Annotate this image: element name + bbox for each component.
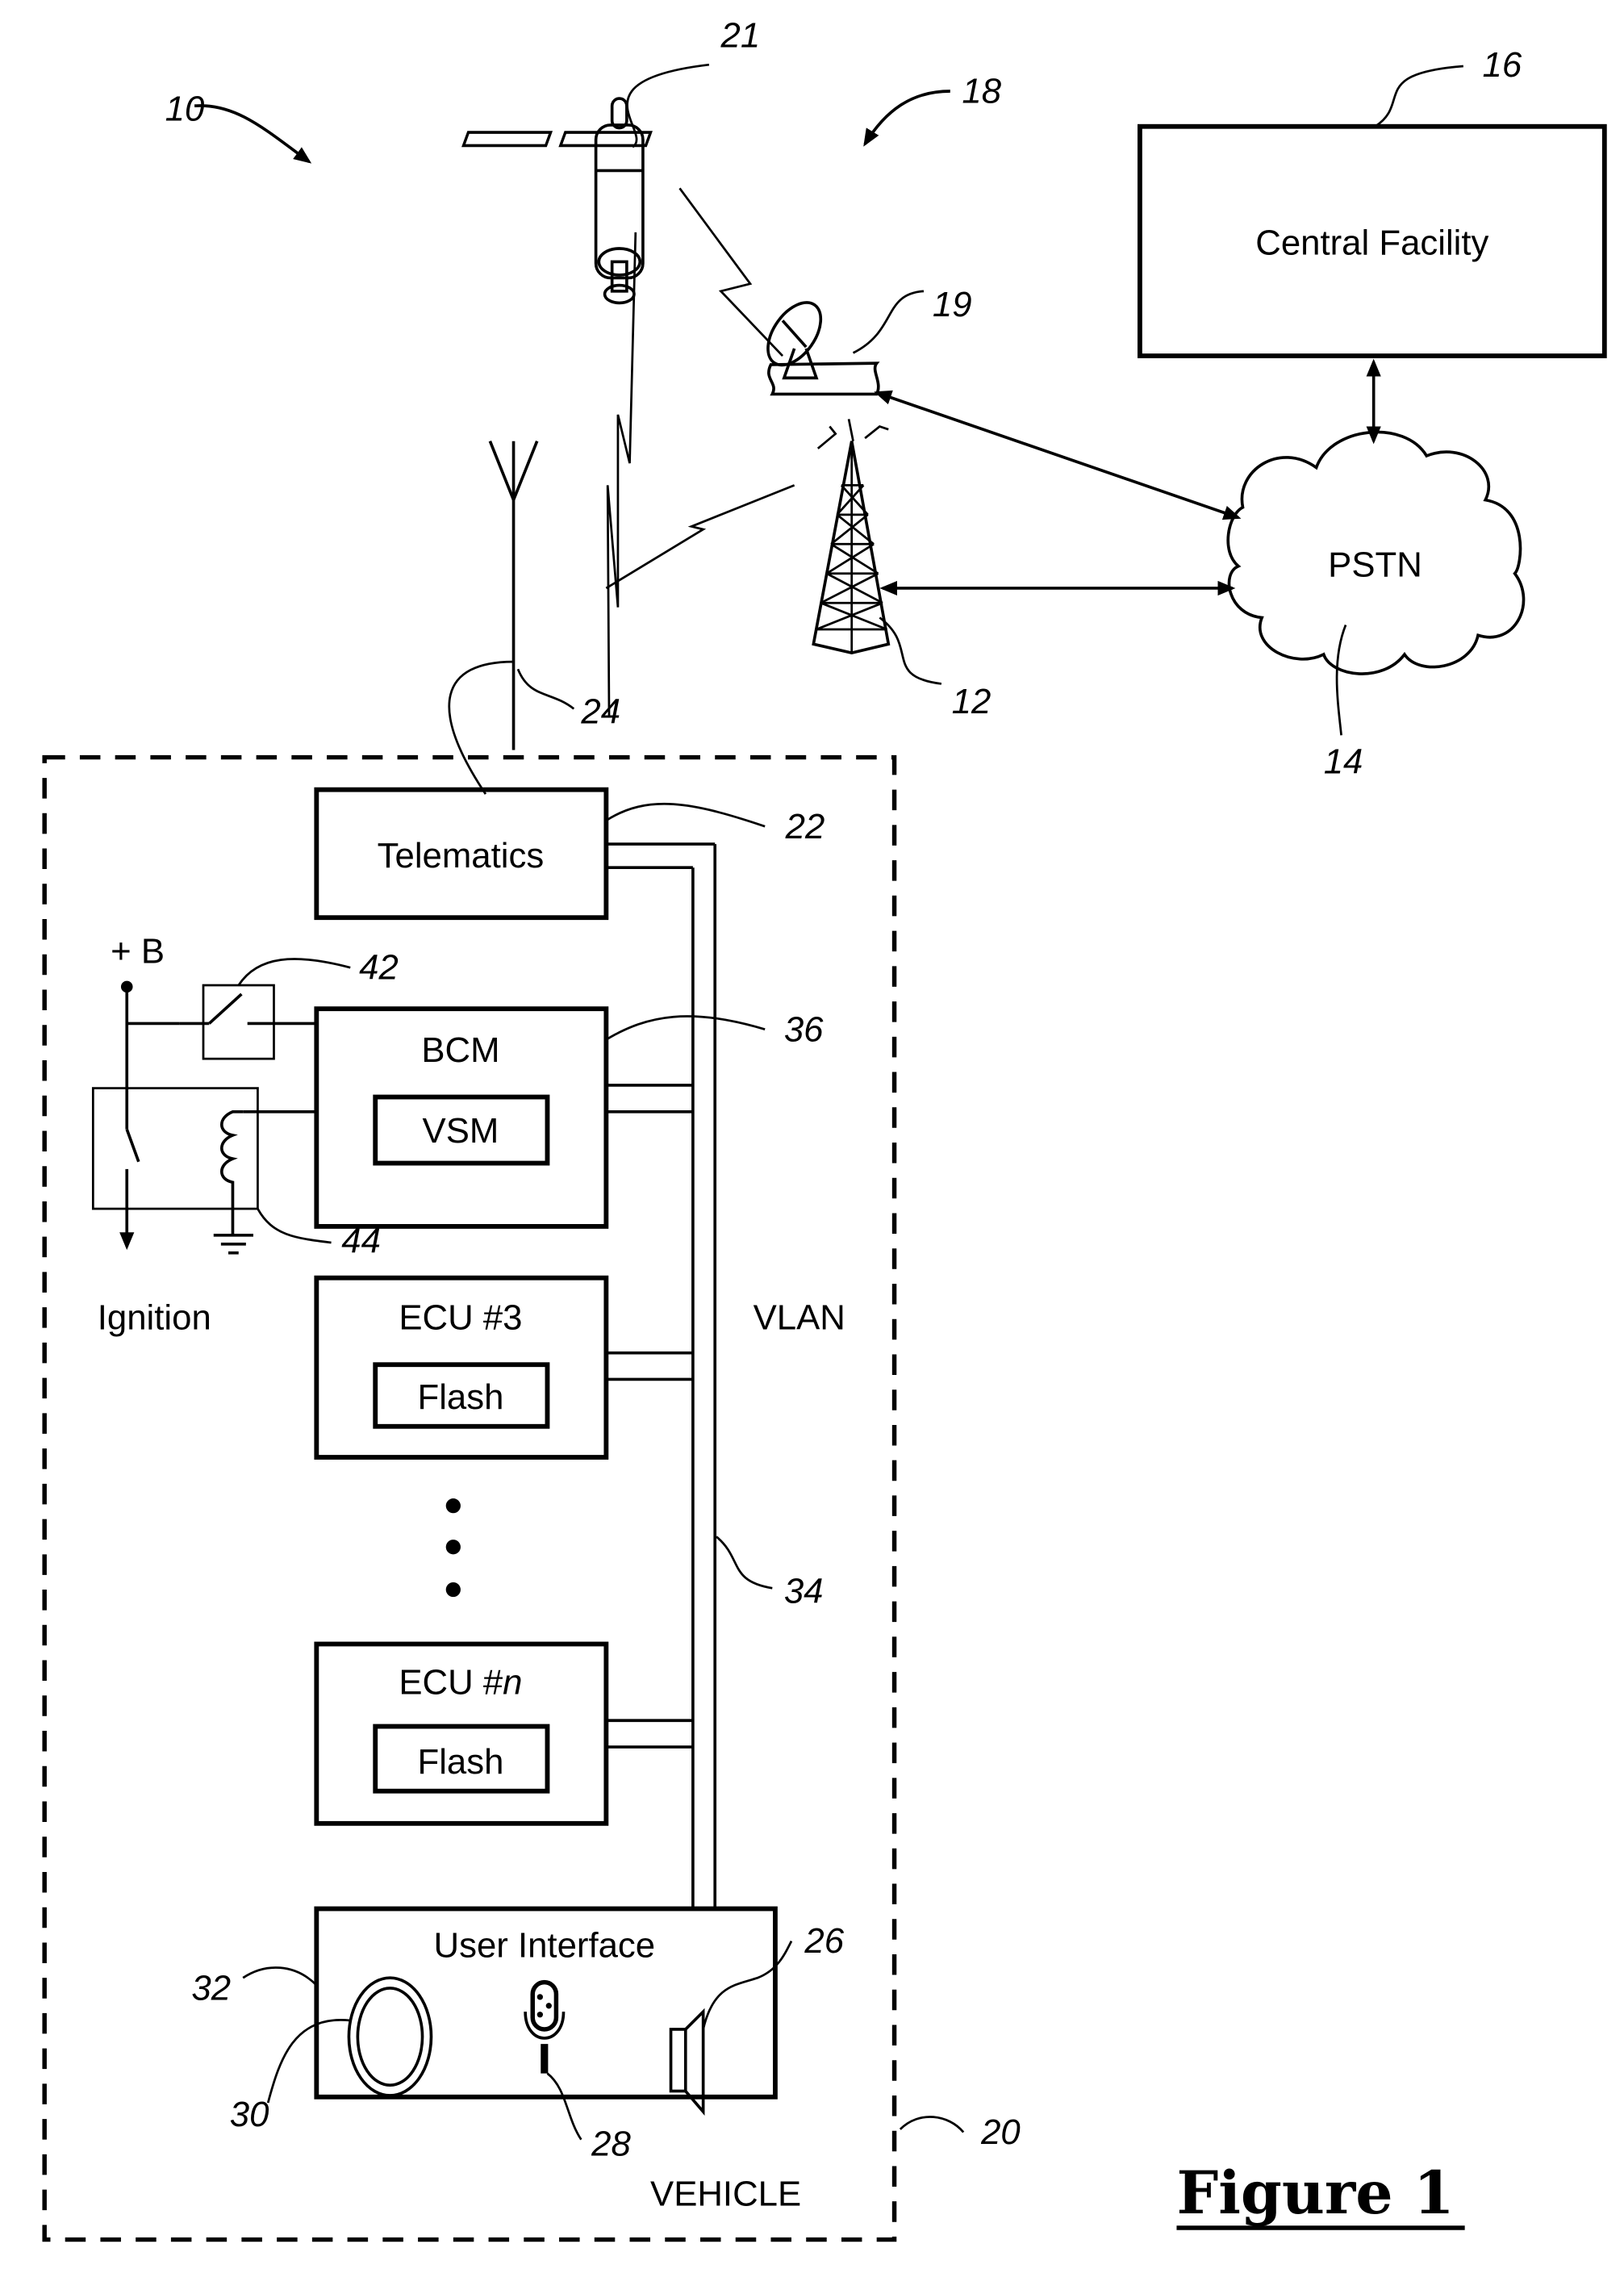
figure-title: Figure 1 bbox=[1176, 2159, 1454, 2228]
vsm-label: VSM bbox=[423, 1111, 499, 1151]
ecun-label: ECU #n bbox=[399, 1662, 522, 1702]
ref-ground-station-leader bbox=[852, 290, 925, 354]
button-icon bbox=[347, 1976, 433, 2097]
central-facility-label: Central Facility bbox=[1255, 223, 1488, 262]
link-ground-pstn bbox=[874, 390, 1242, 520]
ref-cell-tower-leader bbox=[879, 616, 942, 685]
cell-tower-icon bbox=[812, 419, 891, 655]
satellite-icon bbox=[461, 97, 653, 305]
more-ecus-ellipsis bbox=[445, 1498, 461, 1598]
ref-central-facility-leader bbox=[1374, 65, 1463, 127]
wireless-link-sat-ground bbox=[678, 187, 784, 357]
ignition-label: Ignition bbox=[98, 1297, 211, 1337]
ecu3-label: ECU #3 bbox=[399, 1297, 522, 1337]
ref-central-facility: 16 bbox=[1483, 45, 1522, 85]
ref-switch: 42 bbox=[359, 948, 399, 988]
ref-satellite-leader bbox=[626, 63, 710, 148]
pstn-label: PSTN bbox=[1328, 545, 1422, 584]
telematics-label: Telematics bbox=[378, 836, 545, 875]
ref-speaker-leader bbox=[702, 1941, 793, 2030]
ref-microphone-leader bbox=[546, 2072, 582, 2141]
ref-vehicle: 20 bbox=[980, 2112, 1021, 2152]
ref-relay: 44 bbox=[341, 1222, 381, 1261]
ref-antenna: 24 bbox=[580, 692, 620, 732]
vlan-label: VLAN bbox=[754, 1297, 845, 1337]
ref-microphone: 28 bbox=[591, 2125, 631, 2164]
ecun-flash-label: Flash bbox=[417, 1742, 503, 1782]
patent-figure: 10 18 21 19 12 Central Facility 16 PSTN … bbox=[42, 15, 1607, 2242]
bcm-label: BCM bbox=[421, 1030, 499, 1070]
ref-user-interface: 32 bbox=[191, 1969, 231, 2008]
wireless-link-tower-vehicle bbox=[605, 484, 795, 590]
switch-icon bbox=[179, 984, 317, 1060]
ref-vlan-leader bbox=[716, 1536, 773, 1590]
ref-pstn-leader bbox=[1335, 625, 1347, 736]
user-interface-label: User Interface bbox=[434, 1926, 656, 1966]
ref-satellite: 21 bbox=[720, 15, 761, 55]
ref-button-leader bbox=[266, 2019, 351, 2104]
ground-station-icon bbox=[766, 301, 880, 396]
vehicle-label: VEHICLE bbox=[650, 2175, 801, 2214]
ref-switch-leader bbox=[237, 958, 351, 986]
ref-button: 30 bbox=[230, 2095, 269, 2134]
ref-vehicle-leader bbox=[899, 2116, 965, 2133]
antenna-cable bbox=[448, 660, 514, 795]
ref-telematics-leader bbox=[605, 802, 766, 828]
ref-bcm: 36 bbox=[784, 1009, 824, 1049]
ref-vlan: 34 bbox=[784, 1571, 824, 1611]
ecu3-flash-label: Flash bbox=[417, 1377, 503, 1417]
vehicle-boundary bbox=[42, 754, 897, 2242]
ref-wireless: 18 bbox=[962, 72, 1001, 111]
ref-system: 10 bbox=[165, 89, 205, 128]
ref-telematics: 22 bbox=[785, 807, 825, 846]
ref-system-arrow bbox=[194, 104, 312, 164]
wireless-link-sat-vehicle bbox=[606, 232, 637, 717]
microphone-icon bbox=[524, 1979, 566, 2074]
antenna-icon bbox=[488, 441, 539, 750]
ref-antenna-leader bbox=[516, 668, 575, 710]
ref-speaker: 26 bbox=[804, 1921, 844, 1961]
ref-ground-station: 19 bbox=[933, 285, 972, 324]
ref-user-interface-leader bbox=[242, 1966, 318, 1987]
ref-wireless-arrow bbox=[863, 90, 950, 147]
ref-cell-tower: 12 bbox=[952, 682, 992, 721]
ref-bcm-leader bbox=[605, 1015, 766, 1041]
ref-pstn: 14 bbox=[1324, 742, 1363, 782]
power-label: + B bbox=[111, 932, 165, 972]
